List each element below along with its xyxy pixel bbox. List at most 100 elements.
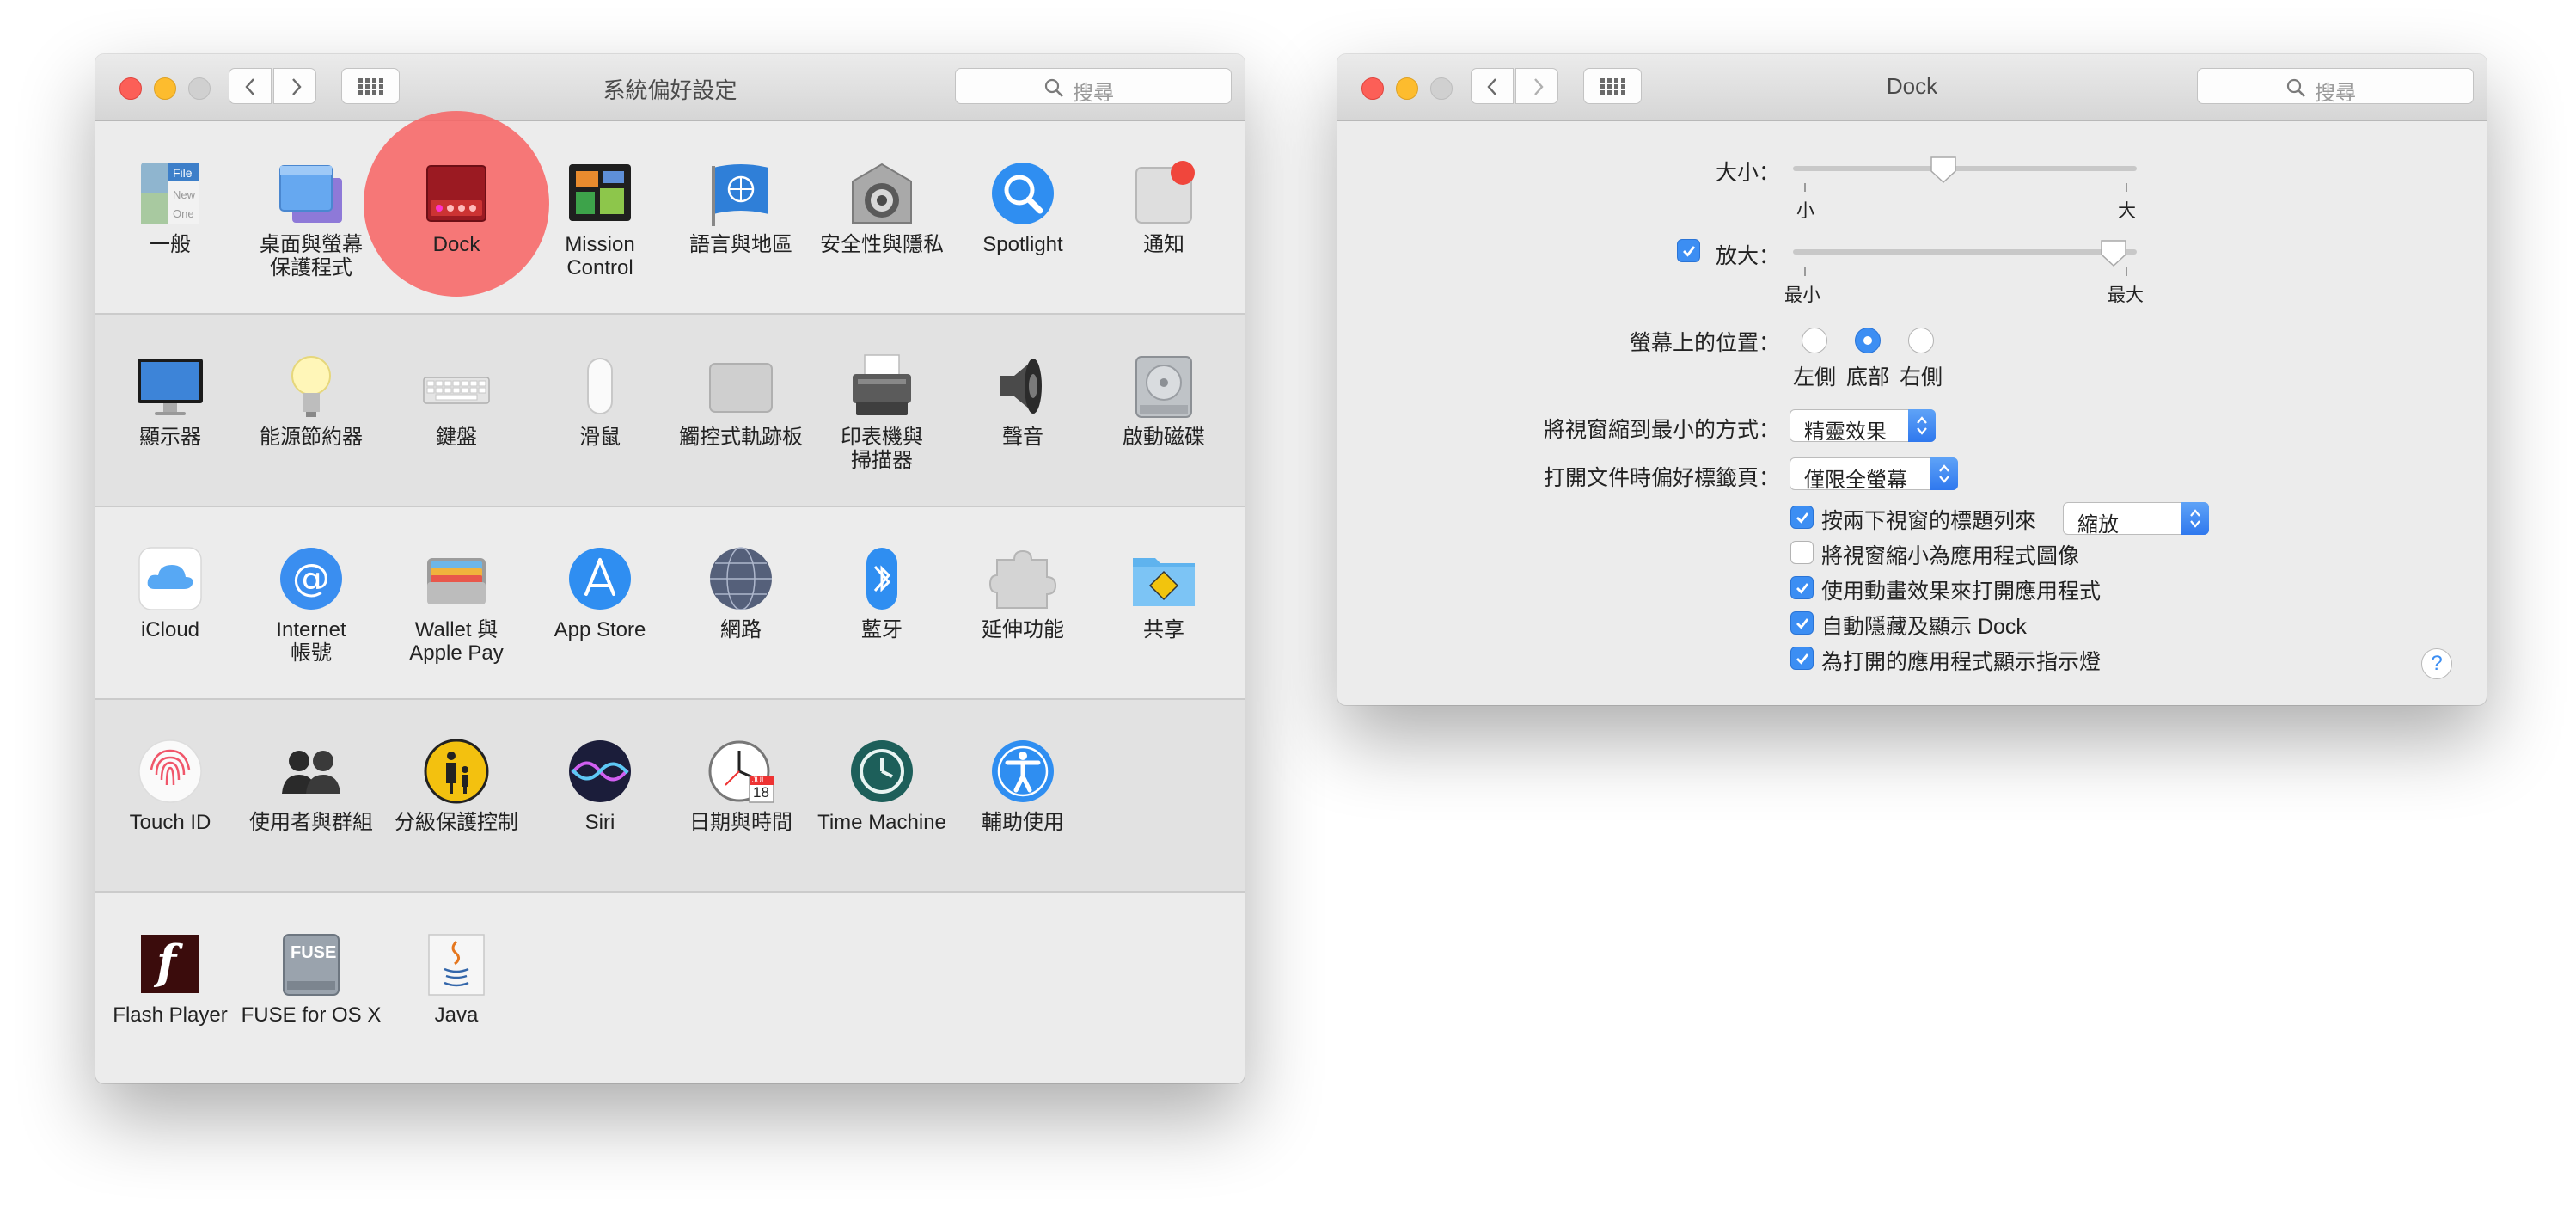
pref-label: 顯示器 xyxy=(139,426,201,449)
pref-notifications[interactable]: 通知 xyxy=(1093,159,1234,256)
forward-button[interactable] xyxy=(273,68,316,104)
general-one-text: One xyxy=(173,207,194,220)
pref-dock[interactable]: Dock xyxy=(386,159,527,256)
users-groups-icon xyxy=(277,737,346,806)
double-click-action-value: 縮放 xyxy=(2077,513,2119,537)
search-input[interactable]: 搜尋 xyxy=(2197,68,2474,105)
position-label: 螢幕上的位置： xyxy=(1629,331,1780,355)
pref-internet-accounts[interactable]: @ Internet 帳號 xyxy=(241,544,382,665)
pref-label: Time Machine xyxy=(817,811,946,834)
pref-java[interactable]: Java xyxy=(386,930,527,1027)
pref-label: Mission Control xyxy=(565,233,635,279)
magnification-slider-thumb[interactable] xyxy=(2098,237,2129,268)
search-input[interactable]: 搜尋 xyxy=(955,68,1232,105)
pref-energy-saver[interactable]: 能源節約器 xyxy=(241,352,382,449)
pref-siri[interactable]: Siri xyxy=(529,737,670,834)
double-click-action-popup[interactable]: 縮放 xyxy=(2063,502,2209,537)
grid-icon xyxy=(358,78,383,95)
window-title: Dock xyxy=(1886,73,1938,99)
trackpad-icon xyxy=(707,352,775,420)
show-all-button[interactable] xyxy=(1583,68,1642,104)
wallet-icon xyxy=(422,544,491,613)
siri-icon xyxy=(566,737,634,806)
grid-icon xyxy=(1600,78,1625,95)
pref-touch-id[interactable]: Touch ID xyxy=(100,737,241,834)
help-button[interactable]: ? xyxy=(2421,648,2452,679)
updown-arrow-icon xyxy=(1917,416,1927,435)
pref-trackpad[interactable]: 觸控式軌跡板 xyxy=(670,352,811,449)
pref-displays[interactable]: 顯示器 xyxy=(100,352,241,449)
pref-flash-player[interactable]: f Flash Player xyxy=(100,930,241,1027)
network-icon xyxy=(707,544,775,613)
pref-label: iCloud xyxy=(140,618,200,641)
position-left-radio[interactable] xyxy=(1802,328,1827,353)
show-indicators-checkbox[interactable] xyxy=(1790,647,1814,670)
pref-mission-control[interactable]: Mission Control xyxy=(529,159,670,279)
back-button[interactable] xyxy=(1471,68,1514,104)
date-time-icon: JUL 18 xyxy=(707,737,775,806)
search-icon xyxy=(1044,78,1063,97)
pref-label: 藍牙 xyxy=(861,618,903,641)
pref-wallet[interactable]: Wallet 與 Apple Pay xyxy=(386,544,527,665)
pref-mouse[interactable]: 滑鼠 xyxy=(529,352,670,449)
java-icon xyxy=(422,930,491,998)
position-bottom-radio[interactable] xyxy=(1855,328,1881,353)
pref-extensions[interactable]: 延伸功能 xyxy=(952,544,1093,641)
magnification-checkbox[interactable] xyxy=(1677,239,1700,262)
pref-startup-disk[interactable]: 啟動磁碟 xyxy=(1093,352,1234,449)
animate-opening-label: 使用動畫效果來打開應用程式 xyxy=(1821,580,2102,604)
pref-label: 能源節約器 xyxy=(260,426,363,449)
minimize-effect-label: 將視窗縮到最小的方式： xyxy=(1543,418,1780,442)
pref-spotlight[interactable]: Spotlight xyxy=(952,159,1093,256)
pref-general[interactable]: File New One 一般 xyxy=(100,159,241,256)
pref-printers-scanners[interactable]: 印表機與 掃描器 xyxy=(811,352,952,472)
autohide-dock-checkbox[interactable] xyxy=(1790,611,1814,635)
prefer-tabs-popup[interactable]: 僅限全螢幕 xyxy=(1790,457,1958,492)
pref-sharing[interactable]: 共享 xyxy=(1093,544,1234,641)
show-all-button[interactable] xyxy=(341,68,400,104)
pref-icloud[interactable]: iCloud xyxy=(100,544,241,641)
chevron-right-icon xyxy=(292,78,302,95)
minimize-button[interactable] xyxy=(154,77,176,100)
pref-parental-controls[interactable]: 分級保護控制 xyxy=(386,737,527,834)
sharing-icon xyxy=(1129,544,1198,613)
pref-bluetooth[interactable]: 藍牙 xyxy=(811,544,952,641)
pref-network[interactable]: 網路 xyxy=(670,544,811,641)
pref-label: App Store xyxy=(554,618,646,641)
dock-icon xyxy=(422,159,491,228)
size-label: 大小： xyxy=(1715,161,1780,185)
pref-desktop-screensaver[interactable]: 桌面與螢幕 保護程式 xyxy=(241,159,382,279)
double-click-checkbox[interactable] xyxy=(1790,506,1814,529)
parental-controls-icon xyxy=(422,737,491,806)
pref-date-time[interactable]: JUL 18 日期與時間 xyxy=(670,737,811,834)
pref-label: 日期與時間 xyxy=(689,811,792,834)
language-region-icon xyxy=(707,159,775,228)
pref-label: 延伸功能 xyxy=(982,618,1064,641)
animate-opening-checkbox[interactable] xyxy=(1790,576,1814,599)
size-slider-thumb[interactable] xyxy=(1928,154,1959,185)
pref-language-region[interactable]: 語言與地區 xyxy=(670,159,811,256)
zoom-button[interactable] xyxy=(188,77,211,100)
pref-fuse[interactable]: FUSE FUSE for OS X xyxy=(241,930,382,1027)
minimize-button[interactable] xyxy=(1396,77,1418,100)
pref-time-machine[interactable]: Time Machine xyxy=(811,737,952,834)
show-indicators-label: 為打開的應用程式顯示指示燈 xyxy=(1821,650,2102,674)
position-right-radio[interactable] xyxy=(1908,328,1934,353)
pref-users-groups[interactable]: 使用者與群組 xyxy=(241,737,382,834)
minimize-into-app-label: 將視窗縮小為應用程式圖像 xyxy=(1821,544,2080,568)
minimize-effect-popup[interactable]: 精靈效果 xyxy=(1790,409,1936,444)
back-button[interactable] xyxy=(229,68,272,104)
pref-keyboard[interactable]: 鍵盤 xyxy=(386,352,527,449)
pref-label: Spotlight xyxy=(982,233,1063,256)
zoom-button[interactable] xyxy=(1430,77,1453,100)
energy-saver-icon xyxy=(277,352,346,420)
pref-label: Java xyxy=(434,1003,479,1027)
close-button[interactable] xyxy=(119,77,142,100)
forward-button[interactable] xyxy=(1515,68,1558,104)
minimize-into-app-checkbox[interactable] xyxy=(1790,541,1814,564)
pref-security-privacy[interactable]: 安全性與隱私 xyxy=(811,159,952,256)
pref-app-store[interactable]: App Store xyxy=(529,544,670,641)
pref-sound[interactable]: 聲音 xyxy=(952,352,1093,449)
pref-accessibility[interactable]: 輔助使用 xyxy=(952,737,1093,834)
close-button[interactable] xyxy=(1361,77,1384,100)
